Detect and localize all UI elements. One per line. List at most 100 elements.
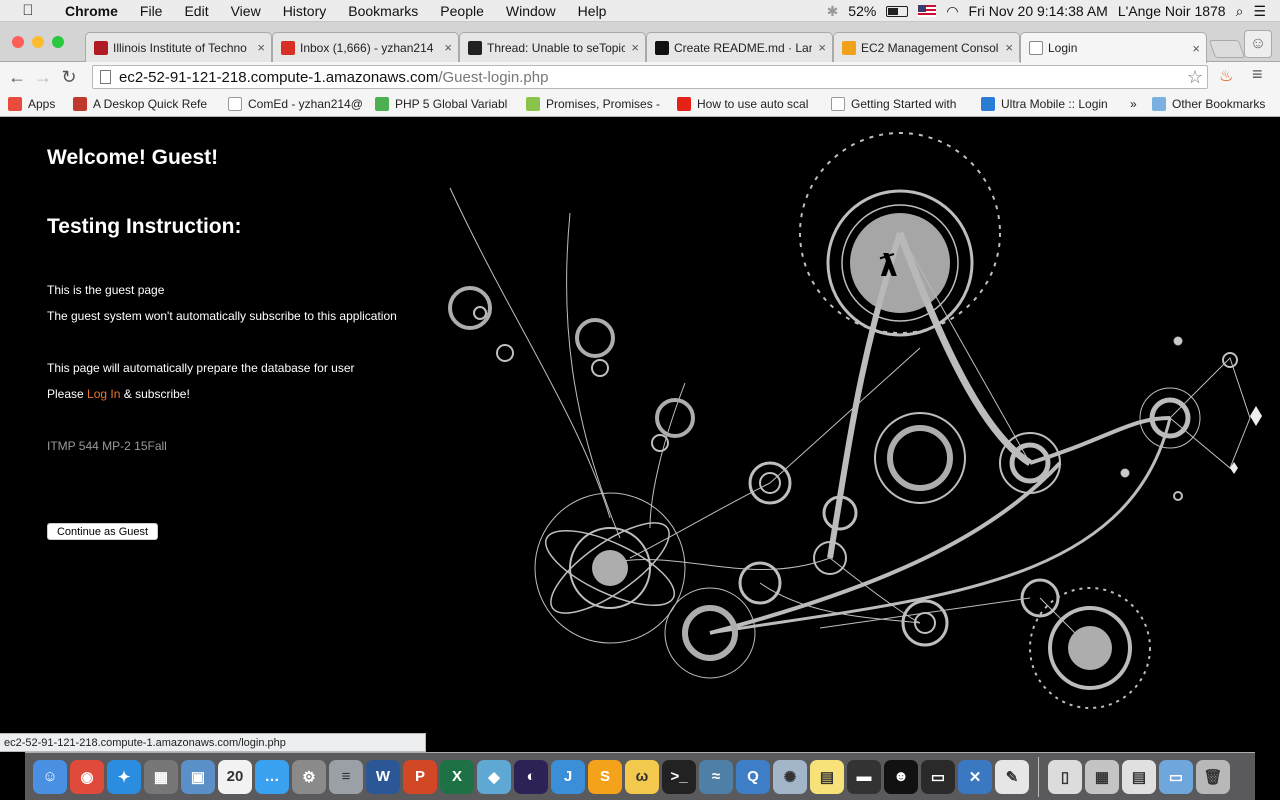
menu-window[interactable]: Window — [495, 3, 567, 19]
excel-icon[interactable]: X — [440, 759, 474, 794]
shell-document-icon[interactable]: ▯ — [1048, 759, 1082, 794]
input-source-flag-icon[interactable] — [918, 5, 937, 17]
console-icon[interactable]: ▭ — [921, 759, 955, 794]
intellij-icon[interactable]: J — [551, 759, 585, 794]
menu-history[interactable]: History — [272, 3, 338, 19]
eclipse-icon[interactable]: ◐ — [514, 759, 548, 794]
bookmark-item[interactable]: PHP 5 Global Variabl — [375, 97, 507, 111]
apple-icon[interactable]:  — [18, 2, 38, 19]
gmail-icon — [281, 40, 295, 55]
bookmark-star-icon[interactable]: ☆ — [1187, 67, 1203, 88]
iit-icon — [94, 40, 108, 55]
other-bookmarks[interactable]: Other Bookmarks — [1152, 97, 1265, 111]
virtualbox-icon[interactable]: ◆ — [477, 759, 511, 794]
close-tab-icon[interactable]: × — [631, 40, 639, 55]
tab-4[interactable]: Create README.md · Lang × — [646, 32, 833, 62]
xcode-icon[interactable]: ✕ — [958, 759, 992, 794]
continue-as-guest-button[interactable]: Continue as Guest — [47, 523, 158, 540]
spotlight-search-icon[interactable]: ⌕ — [1236, 3, 1244, 20]
utility-icon[interactable]: ✺ — [773, 759, 807, 794]
menu-view[interactable]: View — [220, 3, 272, 19]
tab-title: EC2 Management Consol — [861, 40, 999, 55]
reload-button[interactable]: ↻ — [56, 67, 82, 88]
back-button[interactable]: ← — [4, 67, 30, 88]
sublime-icon[interactable]: S — [588, 759, 622, 794]
close-tab-icon[interactable]: × — [1192, 41, 1200, 56]
ftp-client-icon[interactable]: ω — [625, 759, 659, 794]
tab-title: Create README.md · Lang — [674, 40, 813, 55]
profile-icon[interactable]: ☺ — [1244, 30, 1272, 58]
menu-app-name[interactable]: Chrome — [54, 3, 129, 19]
macos-menu-bar:  Chrome File Edit View History Bookmark… — [0, 0, 1280, 22]
address-bar[interactable]: ec2-52-91-121-218.compute-1.amazonaws.co… — [92, 65, 1208, 89]
folder-icon[interactable]: ▭ — [1159, 759, 1193, 794]
bookmark-label: Ultra Mobile :: Login — [1001, 97, 1108, 111]
menu-help[interactable]: Help — [567, 3, 618, 19]
word-icon[interactable]: W — [366, 759, 400, 794]
mysql-workbench-icon[interactable]: ≈ — [699, 759, 733, 794]
bookmark-item[interactable]: Apps — [8, 97, 55, 111]
calendar-icon[interactable]: 20 — [218, 759, 252, 794]
file-stack-icon[interactable]: ▤ — [1122, 759, 1156, 794]
menu-file[interactable]: File — [129, 3, 174, 19]
terminal-icon[interactable]: >_ — [662, 759, 696, 794]
close-tab-icon[interactable]: × — [1005, 40, 1013, 55]
zoom-window-icon[interactable] — [52, 36, 64, 48]
preview-icon[interactable]: ▣ — [181, 759, 215, 794]
user-name[interactable]: L'Ange Noir 1878 — [1118, 3, 1226, 19]
menu-bookmarks[interactable]: Bookmarks — [337, 3, 429, 19]
page-info-icon[interactable] — [100, 70, 111, 84]
bookmark-item[interactable]: Promises, Promises - — [526, 97, 660, 111]
safari-icon[interactable]: ✦ — [107, 759, 141, 794]
bookmark-item[interactable]: Getting Started with — [831, 97, 956, 111]
stickies-icon[interactable]: ▤ — [810, 759, 844, 794]
qq-icon[interactable]: ☻ — [884, 759, 918, 794]
bookmark-item[interactable]: ComEd - yzhan214@ — [228, 97, 363, 111]
tab-3[interactable]: Thread: Unable to seTopic × — [459, 32, 646, 62]
menu-people[interactable]: People — [429, 3, 495, 19]
battery-percent[interactable]: 52% — [848, 3, 876, 19]
bookmark-item[interactable]: How to use auto scal — [677, 97, 808, 111]
menu-edit[interactable]: Edit — [173, 3, 219, 19]
battery-icon[interactable] — [886, 5, 909, 17]
close-tab-icon[interactable]: × — [818, 40, 826, 55]
trash-icon[interactable]: 🗑 — [1196, 759, 1230, 794]
system-preferences-icon[interactable]: ⚙ — [292, 759, 326, 794]
new-tab-button[interactable] — [1208, 40, 1246, 58]
finder-icon[interactable]: ☺ — [33, 759, 67, 794]
calculator-icon[interactable]: ▦ — [144, 759, 178, 794]
page-icon — [831, 97, 845, 111]
screenshot-icon[interactable]: ▦ — [1085, 759, 1119, 794]
close-window-icon[interactable] — [12, 36, 24, 48]
tab-2[interactable]: Inbox (1,666) - yzhan214 × — [272, 32, 459, 62]
minimize-window-icon[interactable] — [32, 36, 44, 48]
scanner-icon[interactable]: ▬ — [847, 759, 881, 794]
tab-1[interactable]: Illinois Institute of Techno × — [85, 32, 272, 62]
tab-title: Login — [1048, 41, 1078, 55]
bookmark-label: Apps — [28, 97, 56, 111]
textedit-icon[interactable]: ✎ — [995, 759, 1029, 794]
bookmark-item[interactable]: A Deskop Quick Refe — [73, 97, 207, 111]
close-tab-icon[interactable]: × — [257, 40, 265, 55]
powerpoint-icon[interactable]: P — [403, 759, 437, 794]
quicktime-icon[interactable]: Q — [736, 759, 770, 794]
wifi-icon[interactable]: ◠ — [946, 3, 958, 20]
forward-button[interactable]: → — [30, 67, 56, 88]
tab-6[interactable]: Login × — [1020, 32, 1207, 63]
tab-5[interactable]: EC2 Management Consol × — [833, 32, 1020, 62]
notification-center-icon[interactable]: ☰ — [1253, 3, 1266, 20]
tab-title: Thread: Unable to seTopic — [487, 40, 626, 55]
folder-icon — [1152, 97, 1166, 111]
close-tab-icon[interactable]: × — [444, 40, 452, 55]
other-bookmarks-label: Other Bookmarks — [1172, 97, 1266, 111]
bookmarks-overflow-button[interactable]: » — [1130, 97, 1137, 111]
extension-fire-icon[interactable]: ♨ — [1219, 66, 1233, 86]
messages-icon[interactable]: … — [255, 759, 289, 794]
chrome-icon[interactable]: ◉ — [70, 759, 104, 794]
chrome-menu-icon[interactable]: ≡ — [1252, 64, 1263, 85]
database-icon[interactable]: ≡ — [329, 759, 363, 794]
clock[interactable]: Fri Nov 20 9:14:38 AM — [969, 3, 1108, 19]
bookmark-item[interactable]: Ultra Mobile :: Login — [981, 97, 1108, 111]
login-link[interactable]: Log In — [87, 387, 120, 401]
bluetooth-icon[interactable]: ✱ — [827, 3, 839, 20]
